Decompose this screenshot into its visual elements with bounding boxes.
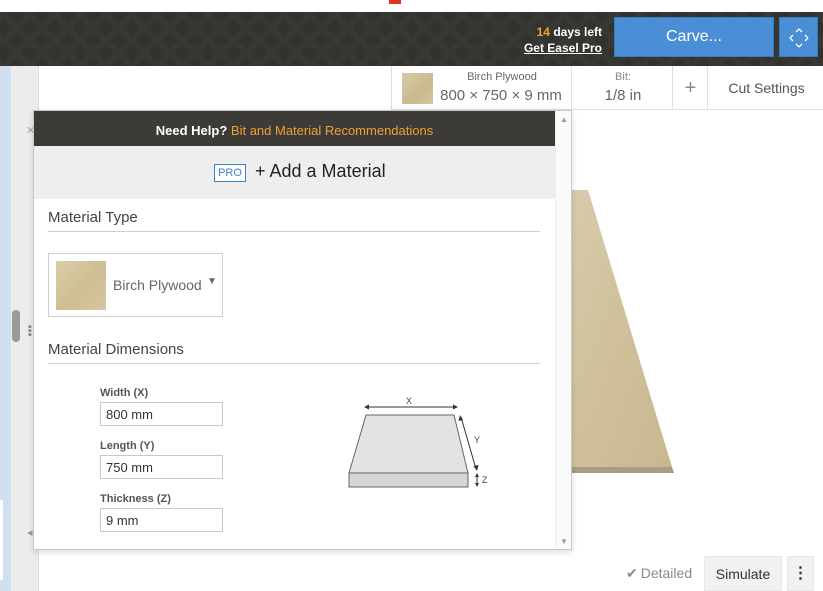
pro-badge: PRO bbox=[214, 164, 246, 182]
app-header: 14 days left Get Easel Pro Carve... bbox=[0, 12, 823, 66]
trial-days-text: days left bbox=[553, 25, 602, 39]
cut-settings-button[interactable]: Cut Settings bbox=[709, 66, 823, 110]
trial-info: 14 days left Get Easel Pro bbox=[524, 24, 602, 56]
bit-selector[interactable]: Bit: 1/8 in bbox=[573, 66, 673, 110]
simulate-button[interactable]: Simulate bbox=[704, 556, 782, 591]
section-divider bbox=[48, 231, 540, 232]
bit-value: 1/8 in bbox=[604, 87, 642, 104]
left-scrollbar-thumb[interactable] bbox=[12, 310, 20, 342]
material-type-swatch bbox=[56, 261, 106, 310]
recommendations-link[interactable]: Bit and Material Recommendations bbox=[231, 123, 433, 138]
width-label: Width (X) bbox=[100, 387, 149, 399]
collapse-arrow-icon[interactable]: ◂ bbox=[27, 526, 33, 539]
scroll-up-icon[interactable]: ▲ bbox=[560, 115, 568, 124]
dimension-diagram: X Y Z bbox=[348, 396, 488, 488]
add-material-button[interactable]: + Add a Material bbox=[255, 161, 386, 182]
get-easel-pro-link[interactable]: Get Easel Pro bbox=[524, 40, 602, 56]
add-material-bar[interactable]: PRO + Add a Material bbox=[34, 146, 555, 199]
carve-button[interactable]: Carve... bbox=[614, 17, 774, 57]
thickness-input[interactable] bbox=[100, 508, 223, 532]
rail-bottom-edge bbox=[0, 500, 3, 580]
dialog-scrollbar[interactable]: ▲ ▼ bbox=[555, 111, 571, 549]
expand-arrows-icon bbox=[789, 28, 809, 48]
add-bit-button[interactable]: + bbox=[674, 66, 708, 110]
material-dimensions-heading: Material Dimensions bbox=[48, 341, 184, 358]
detailed-toggle[interactable]: ✔ Detailed bbox=[626, 565, 692, 582]
expand-button[interactable] bbox=[779, 17, 818, 57]
diagram-z-label: Z bbox=[482, 475, 488, 485]
scroll-down-icon[interactable]: ▼ bbox=[560, 537, 568, 546]
trial-days-count: 14 bbox=[536, 25, 550, 39]
bit-label: Bit: bbox=[615, 71, 631, 83]
material-dimensions: 800 × 750 × 9 mm bbox=[440, 87, 562, 104]
section-divider bbox=[48, 363, 540, 364]
material-type-heading: Material Type bbox=[48, 209, 138, 226]
check-icon: ✔ bbox=[626, 565, 638, 581]
width-input[interactable] bbox=[100, 402, 223, 426]
kebab-menu-icon[interactable]: ⋮ bbox=[787, 556, 814, 591]
material-selector[interactable]: Birch Plywood 800 × 750 × 9 mm bbox=[392, 66, 572, 110]
caret-down-icon: ▼ bbox=[207, 276, 217, 287]
material-dialog: Need Help? Bit and Material Recommendati… bbox=[33, 110, 572, 550]
material-name: Birch Plywood bbox=[467, 71, 537, 83]
material-type-dropdown[interactable]: Birch Plywood ▼ bbox=[48, 253, 223, 317]
length-input[interactable] bbox=[100, 455, 223, 479]
trial-days-left: 14 days left bbox=[537, 25, 602, 39]
material-toolbar: Birch Plywood 800 × 750 × 9 mm Bit: 1/8 … bbox=[391, 66, 823, 110]
diagram-y-label: Y bbox=[474, 435, 480, 445]
length-label: Length (Y) bbox=[100, 440, 155, 452]
browser-top-strip bbox=[0, 0, 823, 12]
help-bar: Need Help? Bit and Material Recommendati… bbox=[34, 111, 555, 146]
help-prefix: Need Help? bbox=[155, 123, 228, 138]
diagram-x-label: X bbox=[406, 396, 412, 406]
plywood-board-preview bbox=[570, 190, 674, 473]
material-swatch bbox=[402, 73, 433, 104]
detailed-label: Detailed bbox=[640, 565, 693, 581]
drag-handle-icon[interactable]: ▪ ▪ ▪ bbox=[28, 322, 32, 341]
red-marker bbox=[389, 0, 401, 4]
thickness-label: Thickness (Z) bbox=[100, 493, 171, 505]
material-type-value: Birch Plywood bbox=[113, 277, 202, 293]
